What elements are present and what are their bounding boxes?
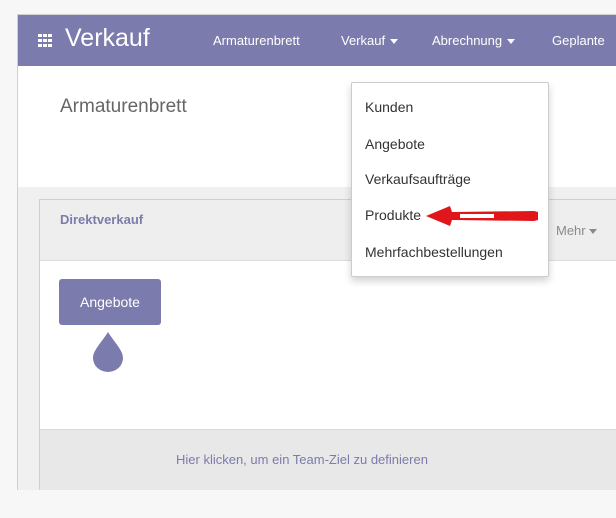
sales-dropdown-menu: Kunden Angebote Verkaufsaufträge Produkt… [351, 82, 549, 277]
caret-down-icon [507, 39, 516, 45]
grid-icon[interactable] [38, 34, 53, 47]
menu-item-products[interactable]: Produkte [365, 207, 421, 223]
nav-item-dashboard[interactable]: Armaturenbrett [213, 32, 300, 50]
more-button[interactable]: Mehr [556, 223, 597, 238]
red-arrow [426, 206, 538, 226]
caret-down-icon [588, 229, 597, 235]
menu-item-quotations[interactable]: Angebote [365, 136, 425, 152]
drop-icon [93, 332, 123, 372]
card-footer: Hier klicken, um ein Team-Ziel zu defini… [40, 429, 616, 490]
nav-item-label: Geplante [552, 33, 605, 48]
quotes-button[interactable]: Angebote [59, 279, 161, 325]
nav-item-planned[interactable]: Geplante [552, 32, 605, 50]
menu-item-multi-orders[interactable]: Mehrfachbestellungen [365, 244, 503, 260]
top-navbar: Verkauf Armaturenbrett Verkauf Abrechnun… [18, 15, 616, 66]
nav-item-invoicing[interactable]: Abrechnung [432, 32, 516, 50]
app-window: Verkauf Armaturenbrett Verkauf Abrechnun… [17, 14, 616, 490]
card-title[interactable]: Direktverkauf [60, 212, 143, 227]
nav-item-label: Abrechnung [432, 33, 503, 48]
nav-item-label: Verkauf [341, 33, 386, 48]
caret-down-icon [390, 39, 399, 45]
set-team-target-link[interactable]: Hier klicken, um ein Team-Ziel zu defini… [176, 452, 428, 467]
breadcrumb: Armaturenbrett [60, 96, 187, 117]
menu-item-sales-orders[interactable]: Verkaufsaufträge [365, 171, 471, 187]
app-title: Verkauf [65, 24, 150, 52]
nav-item-sales[interactable]: Verkauf [341, 32, 399, 50]
menu-item-customers[interactable]: Kunden [365, 99, 413, 115]
more-label: Mehr [556, 223, 586, 238]
nav-item-label: Armaturenbrett [213, 33, 300, 48]
